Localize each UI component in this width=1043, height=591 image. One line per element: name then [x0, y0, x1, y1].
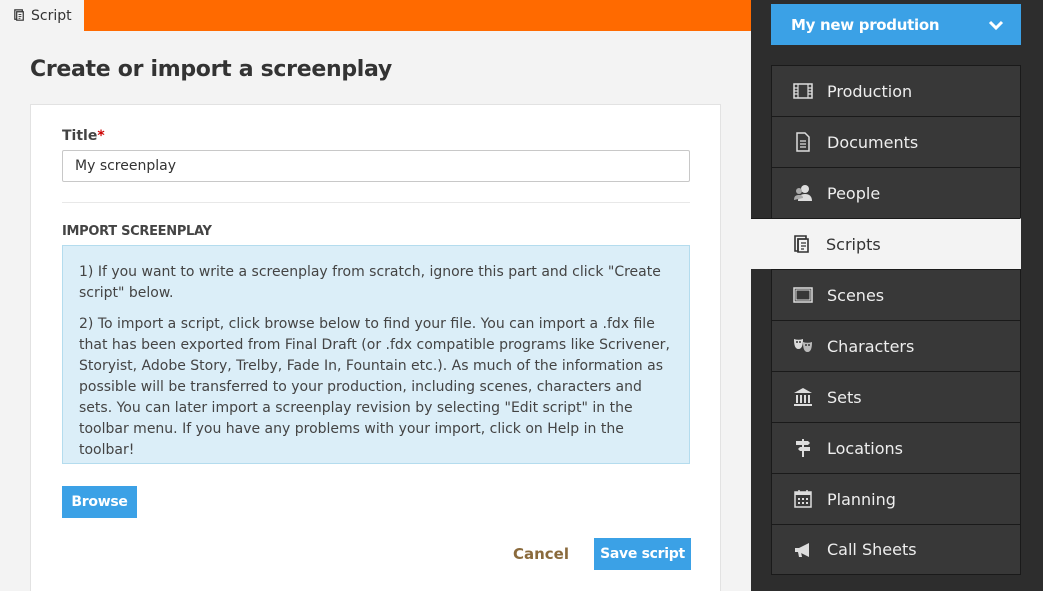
script-icon [14, 9, 24, 21]
sidebar-item-label: People [827, 183, 881, 203]
sidebar-nav: Production Documents People Scripts Scen… [751, 65, 1021, 575]
sidebar-item-characters[interactable]: Characters [771, 320, 1021, 371]
required-mark: * [97, 128, 105, 144]
browse-button[interactable]: Browse [62, 486, 137, 518]
sidebar-item-label: Planning [827, 489, 896, 509]
divider [62, 202, 690, 203]
import-section-label: IMPORT SCREENPLAY [62, 224, 212, 239]
page-title: Create or import a screenplay [30, 57, 392, 82]
sidebar: My new prodution Production Documents Pe… [751, 0, 1043, 591]
production-name: My new prodution [791, 15, 940, 34]
import-info-box: 1) If you want to write a screenplay fro… [62, 245, 690, 464]
tab-script[interactable]: Script [0, 0, 84, 31]
sidebar-item-label: Call Sheets [827, 540, 917, 559]
masks-icon [792, 335, 814, 357]
sidebar-item-label: Sets [827, 387, 862, 407]
sidebar-item-label: Locations [827, 438, 904, 458]
calendar-icon [792, 488, 814, 510]
building-icon [792, 386, 814, 408]
top-bar [0, 0, 751, 31]
signpost-icon [792, 437, 814, 459]
save-script-button[interactable]: Save script [594, 538, 691, 570]
sidebar-item-planning[interactable]: Planning [771, 473, 1021, 524]
cancel-button[interactable]: Cancel [506, 538, 576, 570]
info-paragraph-1: 1) If you want to write a screenplay fro… [79, 264, 661, 301]
sidebar-item-locations[interactable]: Locations [771, 422, 1021, 473]
sidebar-item-documents[interactable]: Documents [771, 116, 1021, 167]
info-paragraph-2: 2) To import a script, click browse belo… [79, 316, 670, 458]
sidebar-item-label: Documents [827, 132, 919, 152]
sidebar-item-label: Scenes [827, 285, 885, 305]
sidebar-item-production[interactable]: Production [771, 65, 1021, 116]
sidebar-item-sets[interactable]: Sets [771, 371, 1021, 422]
people-icon [792, 182, 814, 204]
tab-label: Script [31, 7, 72, 24]
title-label: Title* [62, 128, 105, 144]
sidebar-item-people[interactable]: People [771, 167, 1021, 218]
film-icon [792, 80, 814, 102]
document-icon [792, 131, 814, 153]
sidebar-item-label: Scripts [826, 234, 881, 254]
sidebar-item-label: Characters [827, 336, 915, 356]
sidebar-item-scripts[interactable]: Scripts [751, 218, 1021, 269]
scene-icon [792, 284, 814, 306]
sidebar-item-call-sheets[interactable]: Call Sheets [771, 524, 1021, 575]
chevron-down-icon [988, 20, 1004, 30]
sidebar-item-label: Production [827, 81, 913, 101]
title-input[interactable] [62, 150, 690, 182]
sidebar-item-scenes[interactable]: Scenes [771, 269, 1021, 320]
script-form-card: Title* IMPORT SCREENPLAY 1) If you want … [30, 104, 721, 591]
script-icon [791, 233, 813, 255]
production-selector[interactable]: My new prodution [771, 4, 1021, 45]
megaphone-icon [792, 539, 814, 561]
